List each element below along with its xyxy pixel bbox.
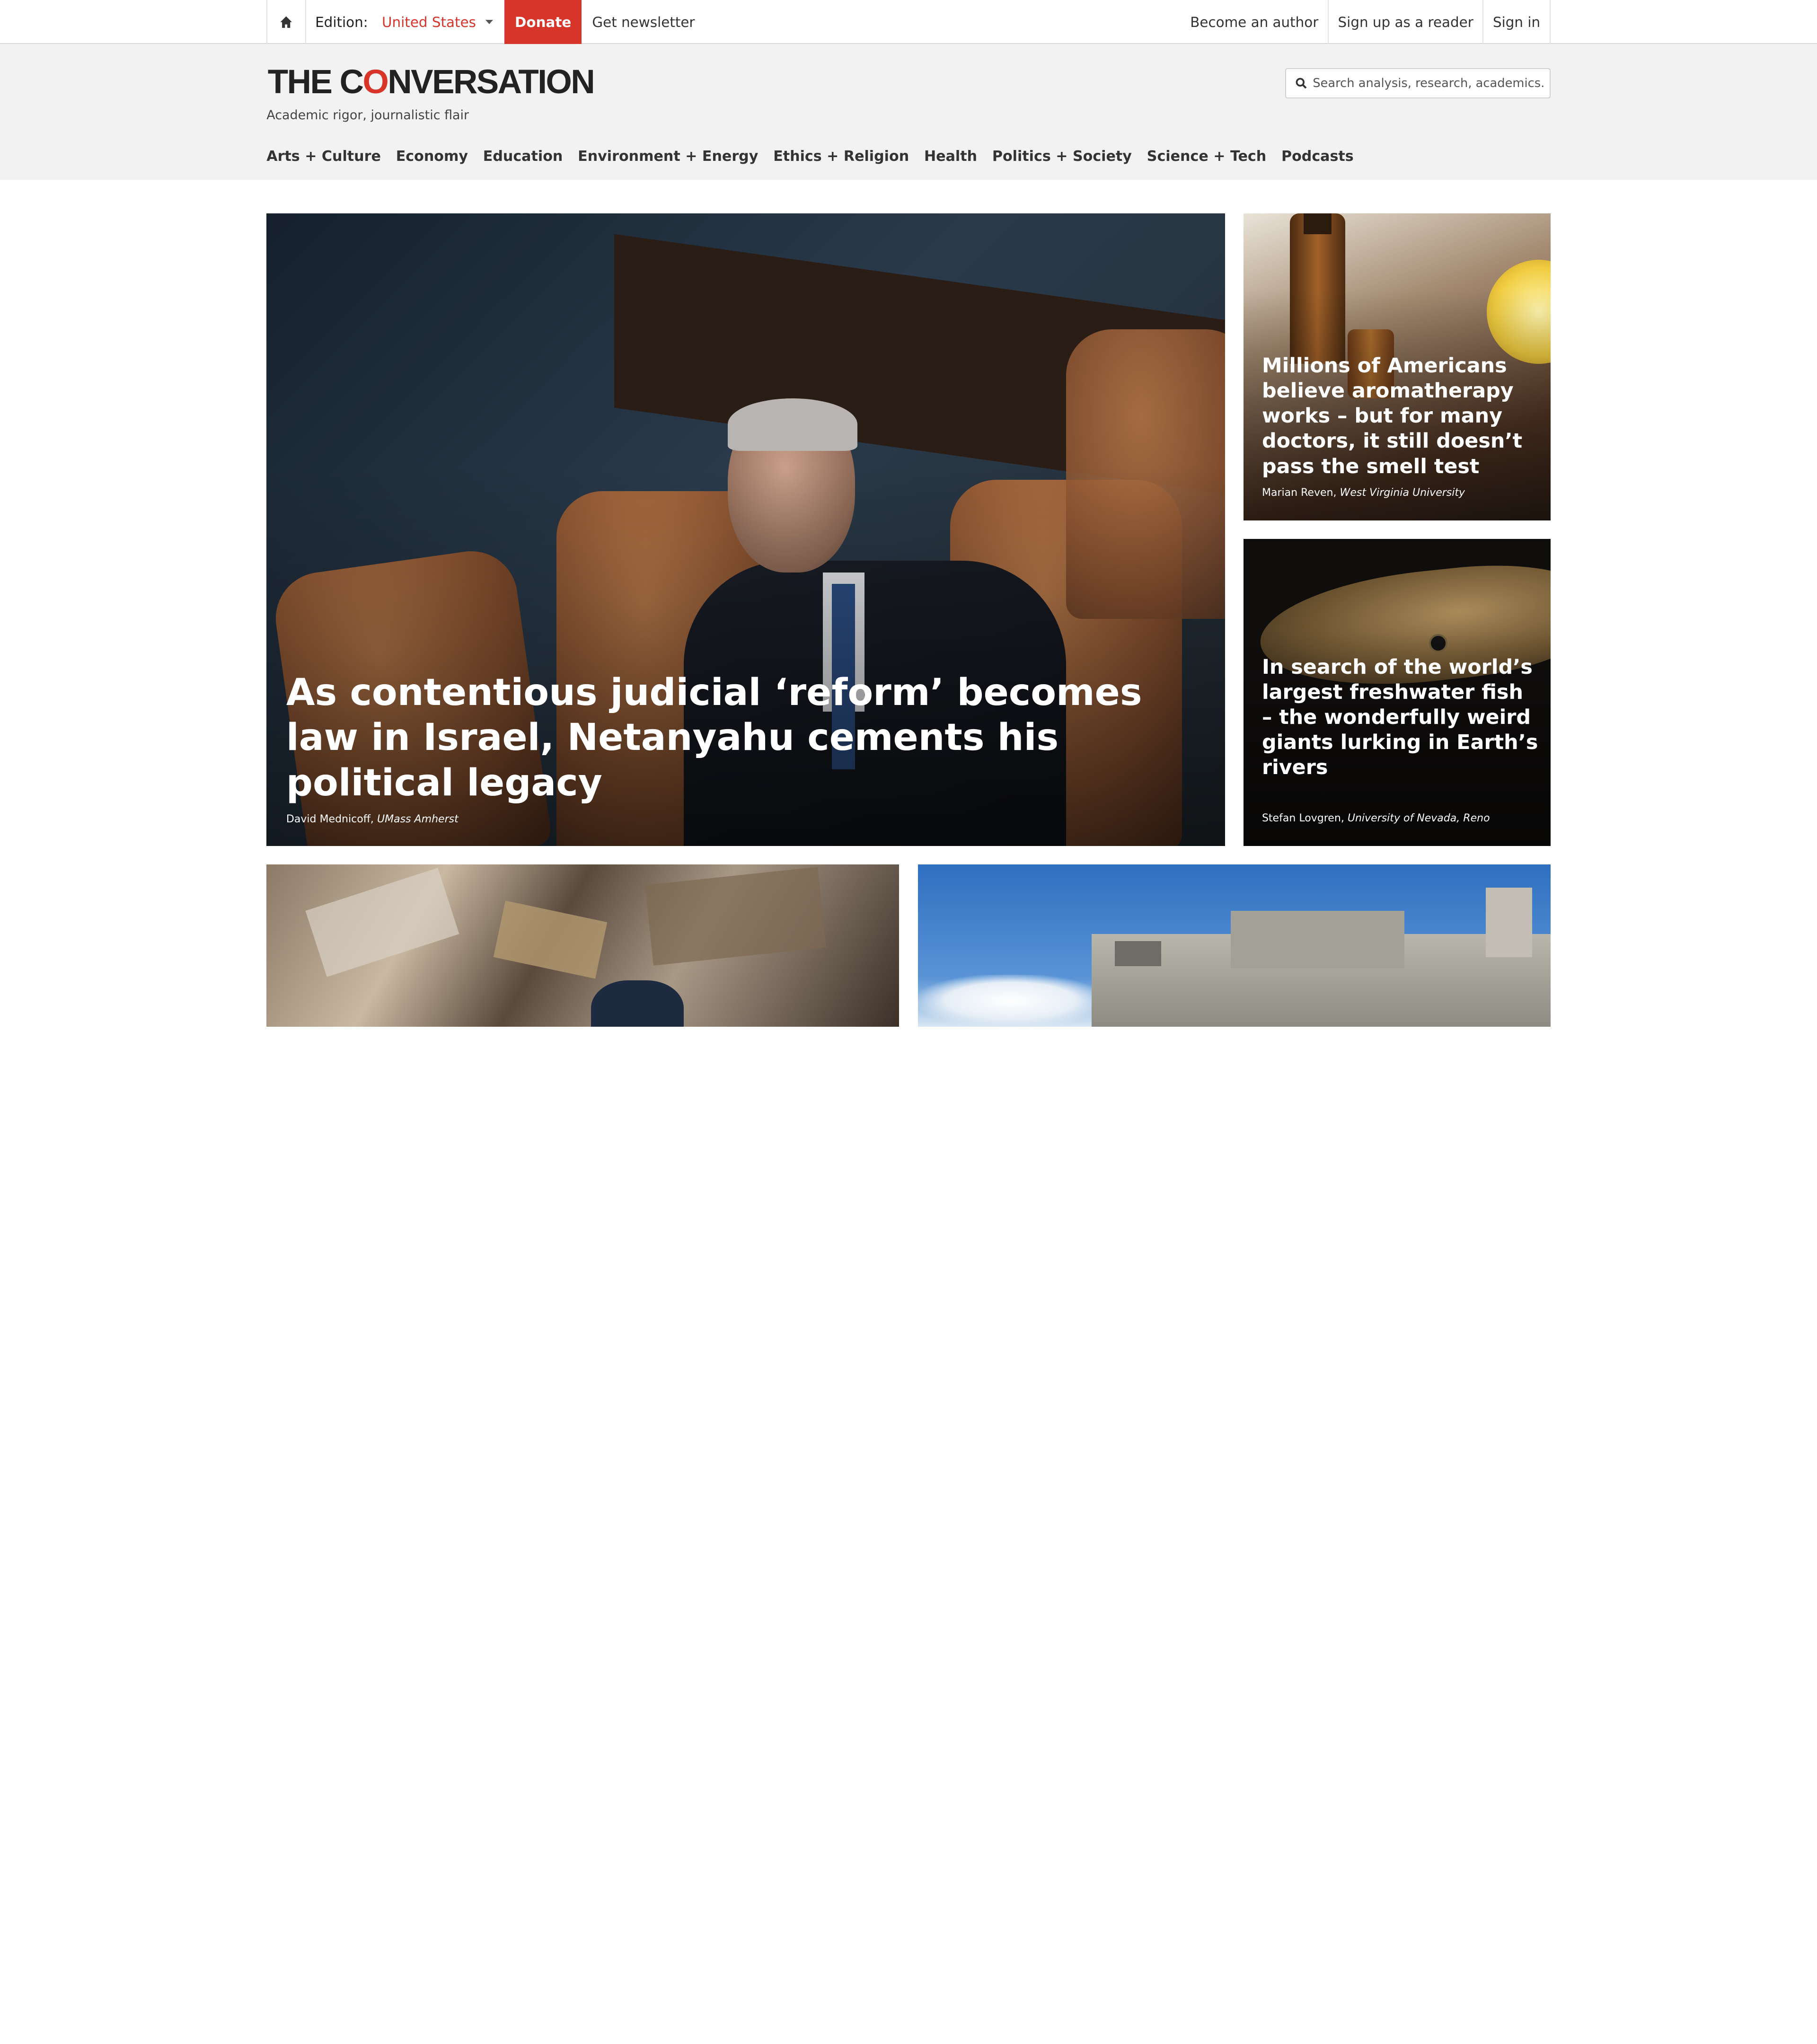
story-card-aromatherapy[interactable]: Millions of Americans believe aromathera… <box>1243 213 1551 520</box>
account-links: Become an author Sign up as a reader Sig… <box>1181 0 1551 44</box>
fish-headline[interactable]: In search of the world’s largest freshwa… <box>1262 655 1540 781</box>
edition-dropdown[interactable]: United States <box>382 14 493 30</box>
chevron-down-icon <box>485 20 493 24</box>
become-author-link[interactable]: Become an author <box>1181 0 1328 44</box>
aromatherapy-byline: Marian Reven, West Virginia University <box>1262 487 1465 499</box>
aromatherapy-institution: West Virginia University <box>1340 486 1465 499</box>
nav-education[interactable]: Education <box>483 148 563 165</box>
story-card-freshwater-fish[interactable]: In search of the world’s largest freshwa… <box>1243 538 1551 846</box>
nav-science-tech[interactable]: Science + Tech <box>1147 148 1266 165</box>
story-card-lower-left[interactable] <box>266 864 900 1027</box>
logo-text-left: THE C <box>267 63 364 101</box>
nav-environment-energy[interactable]: Environment + Energy <box>578 148 758 165</box>
sign-up-link[interactable]: Sign up as a reader <box>1327 0 1482 44</box>
hero-headline[interactable]: As contentious judicial ‘reform’ becomes… <box>286 670 1202 806</box>
story-card-lower-right[interactable] <box>917 864 1551 1027</box>
site-tagline: Academic rigor, journalistic flair <box>266 107 469 123</box>
search-icon <box>1296 78 1306 89</box>
section-nav: Arts + Culture Economy Education Environ… <box>266 148 1353 165</box>
hero-story-card[interactable]: As contentious judicial ‘reform’ becomes… <box>266 213 1225 846</box>
nav-arts-culture[interactable]: Arts + Culture <box>266 148 381 165</box>
nav-health[interactable]: Health <box>924 148 977 165</box>
fish-byline: Stefan Lovgren, University of Nevada, Re… <box>1262 812 1490 824</box>
hero-author[interactable]: David Mednicoff, <box>286 813 374 825</box>
fish-author[interactable]: Stefan Lovgren, <box>1262 812 1344 824</box>
aromatherapy-headline[interactable]: Millions of Americans believe aromathera… <box>1262 353 1540 479</box>
top-bar: Edition: United States Donate Get newsle… <box>0 0 1817 44</box>
nav-ethics-religion[interactable]: Ethics + Religion <box>773 148 909 165</box>
newsletter-link[interactable]: Get newsletter <box>582 0 705 44</box>
logo-text-right: NVERSATION <box>388 63 595 101</box>
nav-politics-society[interactable]: Politics + Society <box>992 148 1132 165</box>
donate-button[interactable]: Donate <box>504 0 582 44</box>
site-logo[interactable]: THE C O NVERSATION <box>267 62 595 103</box>
fish-institution: University of Nevada, Reno <box>1347 812 1490 824</box>
masthead: THE C O NVERSATION Academic rigor, journal… <box>0 44 1817 180</box>
edition-selector[interactable]: Edition: United States <box>306 0 504 44</box>
search-box[interactable] <box>1285 68 1551 99</box>
hero-byline: David Mednicoff, UMass Amherst <box>286 813 459 825</box>
hero-institution: UMass Amherst <box>377 813 459 826</box>
nav-economy[interactable]: Economy <box>396 148 468 165</box>
top-bar-inner: Edition: United States Donate Get newsle… <box>266 0 1551 44</box>
edition-value: United States <box>382 14 476 30</box>
search-input[interactable] <box>1313 76 1545 91</box>
edition-label: Edition: <box>315 14 368 30</box>
nav-podcasts[interactable]: Podcasts <box>1281 148 1354 165</box>
home-icon[interactable] <box>266 0 306 44</box>
logo-bubble: O <box>362 63 389 101</box>
sign-in-link[interactable]: Sign in <box>1482 0 1551 44</box>
aromatherapy-author[interactable]: Marian Reven, <box>1262 487 1337 499</box>
